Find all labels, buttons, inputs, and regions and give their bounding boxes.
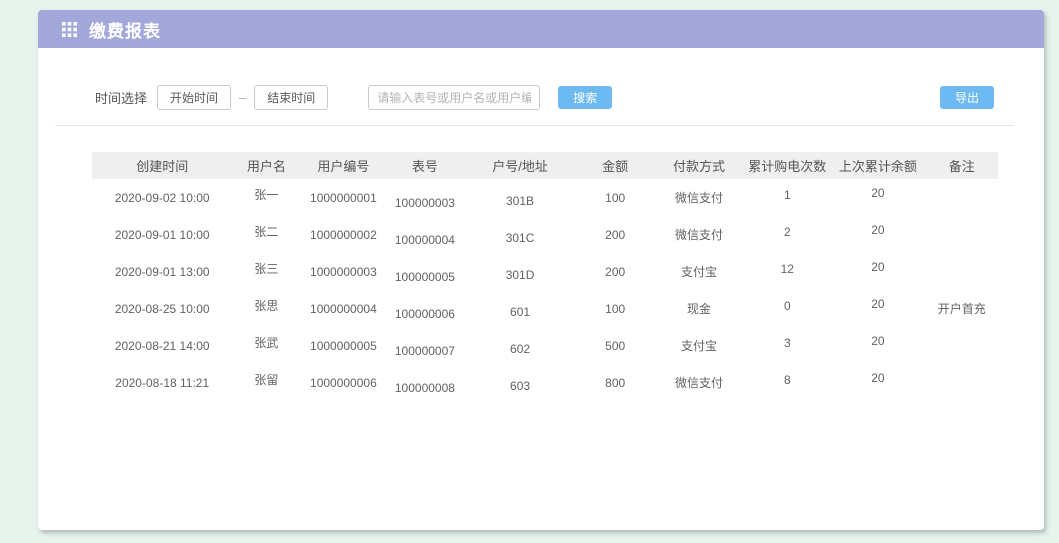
cell-username: 张思	[232, 287, 300, 324]
cell-username: 张一	[232, 176, 300, 213]
cell-payment-method: 支付宝	[654, 253, 745, 290]
cell-remarks	[925, 179, 998, 216]
cell-payment-method: 微信支付	[654, 364, 745, 401]
cell-user-id: 1000000003	[300, 253, 386, 290]
column-header-create-time: 创建时间	[92, 152, 232, 179]
cell-amount: 200	[577, 216, 654, 253]
column-header-user-id: 用户编号	[300, 152, 386, 179]
cell-purchase-count: 1	[744, 176, 830, 213]
cell-amount: 100	[577, 179, 654, 216]
cell-amount: 100	[577, 290, 654, 327]
column-header-remarks: 备注	[925, 152, 998, 179]
table-row: 2020-08-18 11:21 张留 1000000006 100000008…	[92, 364, 998, 401]
column-header-amount: 金额	[577, 152, 654, 179]
cell-purchase-count: 0	[744, 287, 830, 324]
cell-user-id: 1000000001	[300, 179, 386, 216]
cell-last-balance: 20	[830, 322, 925, 359]
cell-amount: 800	[577, 364, 654, 401]
cell-user-id: 1000000004	[300, 290, 386, 327]
cell-username: 张二	[232, 213, 300, 250]
cell-meter-no: 100000008	[386, 369, 463, 406]
card-header: 缴费报表	[38, 10, 1044, 48]
page: { "page": { "background": "#e8f3ed" }, "…	[0, 0, 1059, 543]
cell-payment-method: 微信支付	[654, 179, 745, 216]
end-date-input[interactable]	[254, 85, 328, 110]
cell-create-time: 2020-09-02 10:00	[92, 179, 232, 216]
report-table-wrap: 创建时间 用户名 用户编号 表号 户号/地址 金额 付款方式 累计购电次数 上次…	[92, 152, 998, 401]
section-divider	[55, 125, 1014, 126]
cell-user-id: 1000000005	[300, 327, 386, 364]
cell-purchase-count: 8	[744, 361, 830, 398]
cell-create-time: 2020-09-01 13:00	[92, 253, 232, 290]
cell-meter-no: 100000005	[386, 258, 463, 295]
cell-account-address: 301B	[463, 182, 576, 219]
cell-payment-method: 支付宝	[654, 327, 745, 364]
cell-last-balance: 20	[830, 174, 925, 211]
column-header-purchase-count: 累计购电次数	[744, 152, 830, 179]
cell-meter-no: 100000006	[386, 295, 463, 332]
cell-amount: 200	[577, 253, 654, 290]
cell-purchase-count: 2	[744, 213, 830, 250]
cell-remarks	[925, 327, 998, 364]
cell-purchase-count: 3	[744, 324, 830, 361]
report-table: 创建时间 用户名 用户编号 表号 户号/地址 金额 付款方式 累计购电次数 上次…	[92, 152, 998, 401]
cell-amount: 500	[577, 327, 654, 364]
cell-create-time: 2020-09-01 10:00	[92, 216, 232, 253]
cell-account-address: 301D	[463, 256, 576, 293]
column-header-account-address: 户号/地址	[463, 152, 576, 179]
grid-icon	[62, 22, 77, 37]
cell-user-id: 1000000006	[300, 364, 386, 401]
cell-remarks: 开户首充	[925, 290, 998, 327]
cell-meter-no: 100000004	[386, 221, 463, 258]
cell-remarks	[925, 216, 998, 253]
export-button[interactable]: 导出	[940, 86, 994, 109]
cell-remarks	[925, 253, 998, 290]
report-card: 缴费报表 时间选择 – 搜索 导出 创建时间 用户名 用户编号 表号 户号/地	[38, 10, 1044, 530]
cell-meter-no: 100000007	[386, 332, 463, 369]
cell-last-balance: 20	[830, 248, 925, 285]
cell-account-address: 601	[463, 293, 576, 330]
column-header-meter-no: 表号	[386, 152, 463, 179]
cell-last-balance: 20	[830, 211, 925, 248]
cell-create-time: 2020-08-21 14:00	[92, 327, 232, 364]
keyword-search-input[interactable]	[368, 85, 540, 110]
column-header-payment-method: 付款方式	[654, 152, 745, 179]
table-body: 2020-09-02 10:00 张一 1000000001 100000003…	[92, 179, 998, 401]
cell-user-id: 1000000002	[300, 216, 386, 253]
cell-account-address: 602	[463, 330, 576, 367]
cell-last-balance: 20	[830, 359, 925, 396]
cell-account-address: 603	[463, 367, 576, 404]
cell-username: 张三	[232, 250, 300, 287]
cell-purchase-count: 12	[744, 250, 830, 287]
date-range-separator: –	[239, 90, 246, 105]
cell-remarks	[925, 364, 998, 401]
cell-username: 张留	[232, 361, 300, 398]
cell-username: 张武	[232, 324, 300, 361]
cell-payment-method: 微信支付	[654, 216, 745, 253]
cell-account-address: 301C	[463, 219, 576, 256]
cell-meter-no: 100000003	[386, 184, 463, 221]
start-date-input[interactable]	[157, 85, 231, 110]
cell-create-time: 2020-08-18 11:21	[92, 364, 232, 401]
cell-create-time: 2020-08-25 10:00	[92, 290, 232, 327]
column-header-username: 用户名	[232, 152, 300, 179]
page-title: 缴费报表	[89, 17, 161, 42]
filter-bar: 时间选择 – 搜索 导出	[95, 85, 994, 110]
cell-last-balance: 20	[830, 285, 925, 322]
time-select-label: 时间选择	[95, 88, 147, 107]
search-button[interactable]: 搜索	[558, 86, 612, 109]
cell-payment-method: 现金	[654, 290, 745, 327]
